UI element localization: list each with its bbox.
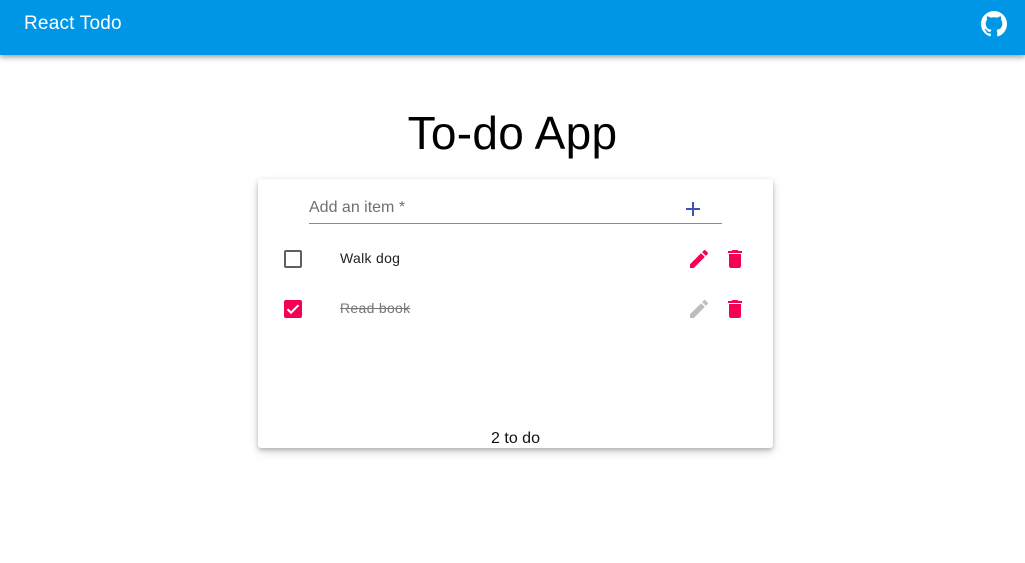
github-icon[interactable] [981, 10, 1007, 37]
todo-card: Walk dog Read book 2 to do [258, 179, 773, 448]
todo-count: 2 to do [491, 430, 540, 447]
todo-item: Read book [258, 289, 773, 329]
plus-icon[interactable] [681, 197, 705, 221]
add-item-row [309, 193, 722, 224]
todo-text: Walk dog [340, 250, 401, 266]
todo-item: Walk dog [258, 239, 773, 279]
app-title: React Todo [24, 12, 122, 34]
todo-text: Read book [340, 300, 411, 316]
trash-icon[interactable] [723, 297, 747, 321]
todo-checkbox[interactable] [284, 300, 302, 318]
trash-icon[interactable] [723, 247, 747, 271]
pencil-icon [687, 297, 711, 321]
page-title: To-do App [407, 107, 618, 159]
pencil-icon[interactable] [687, 247, 711, 271]
app-bar: React Todo [0, 0, 1025, 55]
checkmark-icon [286, 304, 300, 315]
todo-checkbox[interactable] [284, 250, 302, 268]
add-item-input[interactable] [309, 197, 669, 219]
